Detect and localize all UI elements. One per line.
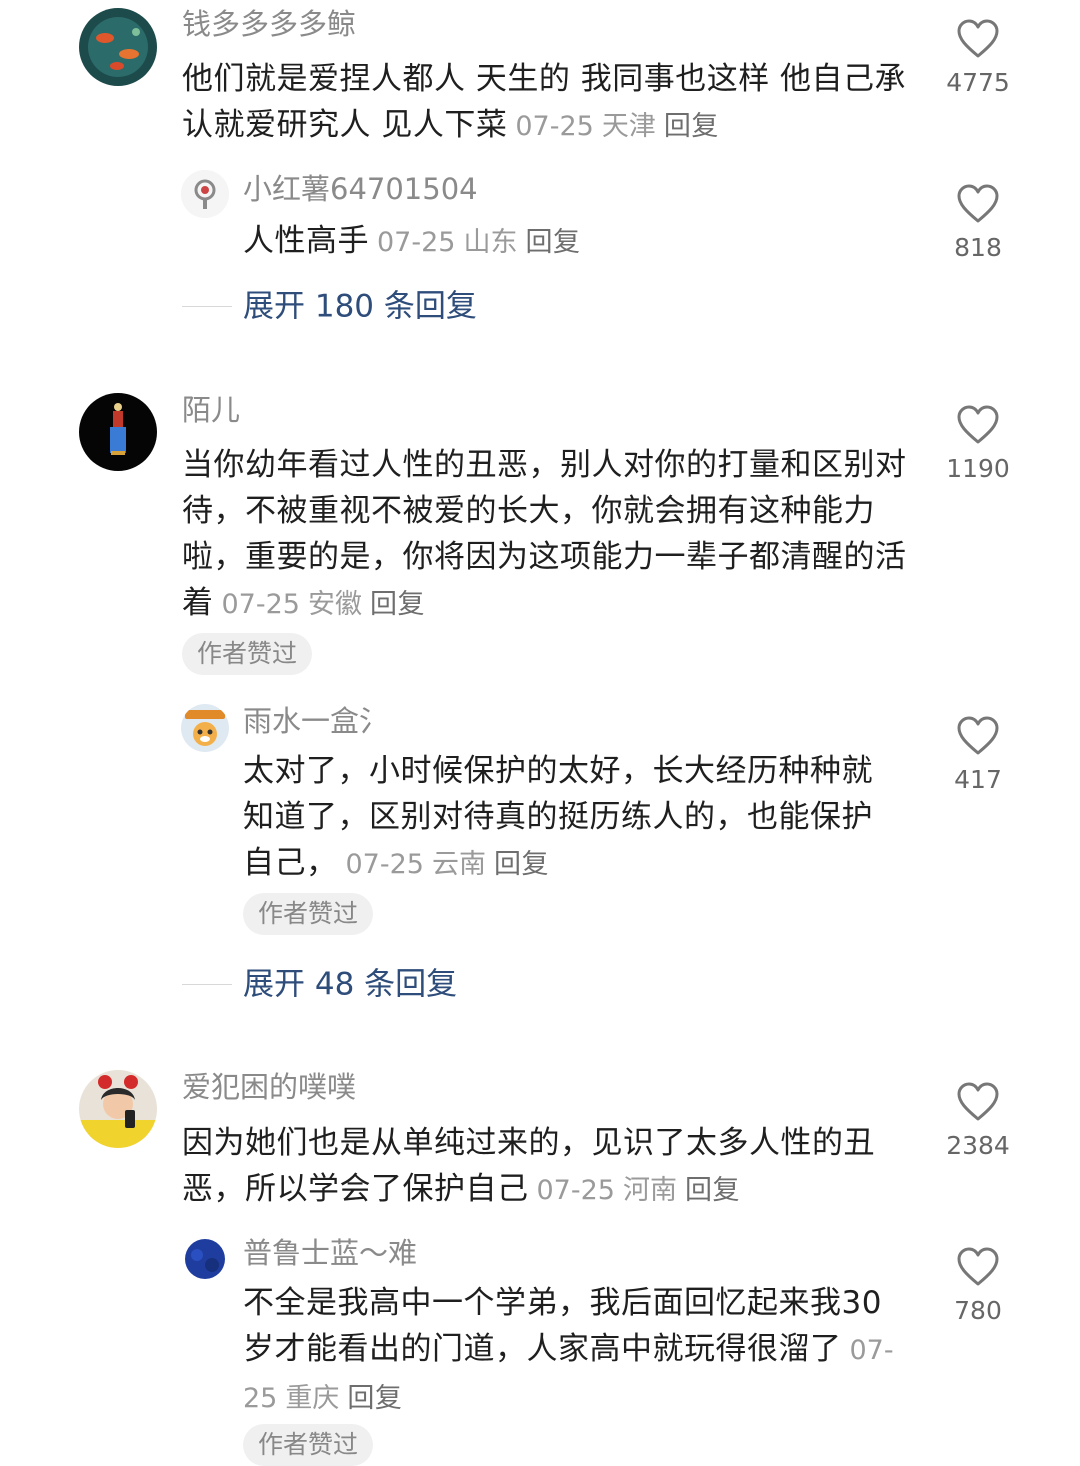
like-button[interactable]: 780 (936, 1246, 1020, 1326)
avatar-image (181, 1235, 229, 1283)
heart-outline-icon (957, 1082, 999, 1121)
avatar[interactable] (79, 8, 157, 86)
reply-button[interactable]: 回复 (494, 849, 549, 880)
reply-text: 人性高手 07-25 山东 回复 (243, 218, 898, 266)
divider-line (182, 984, 232, 985)
expand-replies-button[interactable]: 展开 48 条回复 (182, 962, 457, 1006)
avatar-image (79, 8, 157, 86)
username[interactable]: 小红薯64701504 (243, 169, 478, 209)
reply-date: 07-25 (345, 849, 424, 880)
comment-location: 天津 (601, 111, 656, 142)
username[interactable]: 陌儿 (182, 390, 240, 430)
reply-location: 重庆 (285, 1383, 340, 1414)
username[interactable]: 普鲁士蓝～难 (243, 1233, 417, 1273)
reply-location: 云南 (431, 849, 486, 880)
comment-text: 他们就是爱捏人都人 天生的 我同事也这样 他自己承认就爱研究人 见人下菜 07-2… (182, 56, 907, 150)
like-count: 417 (954, 765, 1002, 794)
heart-outline-icon (957, 19, 999, 58)
expand-replies-label: 展开 48 条回复 (243, 966, 458, 1003)
expand-replies-button[interactable]: 展开 180 条回复 (182, 284, 477, 328)
username[interactable]: 爱犯困的噗噗 (182, 1067, 356, 1107)
like-count: 780 (954, 1296, 1002, 1325)
author-liked-badge: 作者赞过 (243, 1424, 374, 1466)
comment-location: 安徽 (307, 589, 362, 620)
comment-location: 河南 (622, 1175, 677, 1206)
comment-body: 因为她们也是从单纯过来的，见识了太多人性的丑恶，所以学会了保护自己 (182, 1125, 875, 1207)
divider-line (182, 306, 232, 307)
reply-button[interactable]: 回复 (370, 589, 425, 620)
reply-button[interactable]: 回复 (664, 111, 719, 142)
like-button[interactable]: 4775 (936, 18, 1020, 98)
comment-date: 07-25 (515, 111, 594, 142)
like-count: 1190 (946, 454, 1010, 483)
avatar[interactable] (181, 704, 229, 752)
reply-body: 太对了，小时候保护的太好，长大经历种种就知道了，区别对待真的挺历练人的，也能保护… (243, 753, 873, 881)
avatar[interactable] (181, 1235, 229, 1283)
like-button[interactable]: 1190 (936, 404, 1020, 484)
reply-body: 不全是我高中一个学弟，我后面回忆起来我30岁才能看出的门道，人家高中就玩得很溜了 (243, 1285, 882, 1367)
username[interactable]: 钱多多多多鲸 (182, 4, 356, 44)
author-liked-badge: 作者赞过 (182, 633, 313, 675)
reply-text: 不全是我高中一个学弟，我后面回忆起来我30岁才能看出的门道，人家高中就玩得很溜了… (243, 1280, 898, 1422)
avatar[interactable] (79, 1070, 157, 1148)
like-count: 818 (954, 233, 1002, 262)
comment-text: 当你幼年看过人性的丑恶，别人对你的打量和区别对待，不被重视不被爱的长大，你就会拥… (182, 442, 907, 628)
avatar[interactable] (79, 393, 157, 471)
like-button[interactable]: 818 (936, 183, 1020, 263)
avatar-image (181, 704, 229, 752)
reply-body: 人性高手 (243, 223, 369, 259)
username[interactable]: 雨水一盒氵 (243, 701, 388, 741)
heart-outline-icon (957, 184, 999, 223)
avatar[interactable] (181, 170, 229, 218)
avatar-image (79, 393, 157, 471)
expand-replies-label: 展开 180 条回复 (243, 288, 477, 325)
reply-button[interactable]: 回复 (525, 227, 580, 258)
avatar-image (181, 170, 229, 218)
like-count: 2384 (946, 1131, 1010, 1160)
like-count: 4775 (946, 68, 1010, 97)
heart-outline-icon (957, 1247, 999, 1286)
like-button[interactable]: 2384 (936, 1081, 1020, 1161)
reply-date: 07-25 (377, 227, 456, 258)
author-liked-badge: 作者赞过 (243, 893, 374, 935)
like-button[interactable]: 417 (936, 715, 1020, 795)
reply-location: 山东 (463, 227, 518, 258)
reply-button[interactable]: 回复 (347, 1383, 402, 1414)
reply-text: 太对了，小时候保护的太好，长大经历种种就知道了，区别对待真的挺历练人的，也能保护… (243, 748, 898, 888)
avatar-image (79, 1070, 157, 1148)
comment-date: 07-25 (536, 1175, 615, 1206)
reply-button[interactable]: 回复 (685, 1175, 740, 1206)
comment-date: 07-25 (221, 589, 300, 620)
heart-outline-icon (957, 716, 999, 755)
comment-text: 因为她们也是从单纯过来的，见识了太多人性的丑恶，所以学会了保护自己 07-25 河南… (182, 1120, 907, 1214)
heart-outline-icon (957, 405, 999, 444)
